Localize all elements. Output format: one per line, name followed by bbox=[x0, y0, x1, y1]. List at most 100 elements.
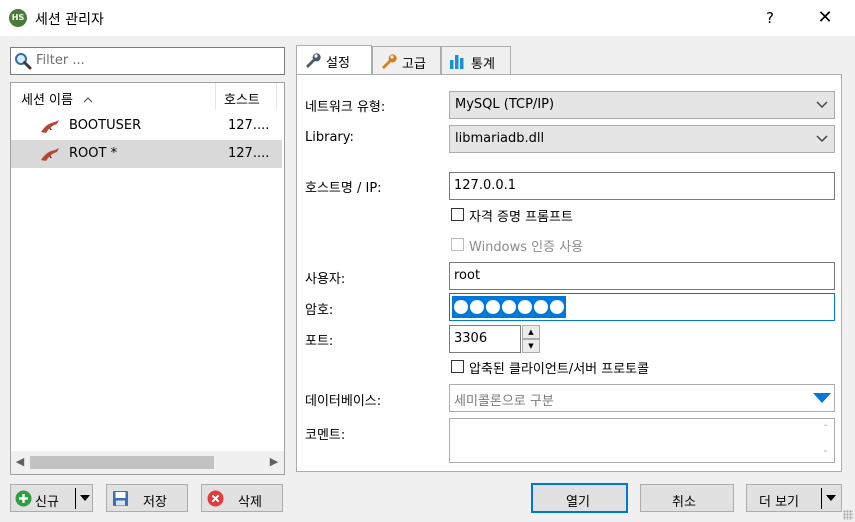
password-dot bbox=[486, 300, 500, 314]
delete-icon bbox=[207, 490, 224, 507]
app-logo-icon: HS bbox=[9, 9, 27, 27]
chevron-down-icon bbox=[816, 135, 828, 143]
tab-statistics[interactable]: 통계 bbox=[441, 46, 511, 74]
network-type-select[interactable]: MySQL (TCP/IP) bbox=[449, 91, 835, 119]
session-row-bootuser[interactable]: BOOTUSER 127.... bbox=[11, 112, 282, 140]
databases-placeholder: 세미콜론으로 구분 bbox=[454, 394, 554, 409]
dolphin-icon bbox=[41, 120, 59, 133]
windows-auth-checkbox[interactable] bbox=[451, 238, 464, 251]
column-header-host[interactable]: 호스트 bbox=[217, 83, 277, 110]
prompt-credentials-label: 자격 증명 프롬프트 bbox=[469, 210, 573, 225]
filter-input[interactable]: Filter ... bbox=[10, 47, 285, 75]
scroll-right-icon[interactable]: ▶ bbox=[267, 455, 281, 469]
save-button[interactable]: 저장 bbox=[106, 484, 188, 512]
tab-settings-label: 설정 bbox=[326, 56, 350, 71]
password-dot bbox=[518, 300, 532, 314]
close-button[interactable]: ✕ bbox=[805, 3, 845, 33]
wrench-icon bbox=[306, 53, 321, 68]
cancel-button-label: 취소 bbox=[672, 495, 696, 510]
delete-button-label: 삭제 bbox=[238, 495, 262, 510]
host-label: 호스트명 / IP: bbox=[305, 181, 382, 196]
save-button-label: 저장 bbox=[143, 495, 167, 510]
new-session-button[interactable]: 신규 bbox=[10, 484, 93, 512]
tab-advanced[interactable]: 고급 bbox=[372, 46, 441, 74]
scroll-left-icon[interactable]: ◀ bbox=[13, 455, 27, 469]
network-type-label: 네트워크 유형: bbox=[305, 100, 386, 115]
compressed-protocol-label: 압축된 클라이언트/서버 프로토콜 bbox=[469, 362, 650, 377]
scroll-up-icon[interactable]: ⌃ bbox=[817, 419, 834, 440]
open-button-label: 열기 bbox=[566, 495, 590, 510]
password-input[interactable] bbox=[449, 293, 835, 321]
split-divider bbox=[75, 488, 76, 509]
password-dot bbox=[534, 300, 548, 314]
prompt-credentials-checkbox[interactable] bbox=[451, 208, 464, 221]
dolphin-icon bbox=[41, 148, 59, 161]
session-name: BOOTUSER bbox=[69, 118, 142, 133]
help-button[interactable]: ? bbox=[755, 3, 785, 33]
search-icon bbox=[15, 53, 32, 70]
more-button[interactable]: 더 보기 bbox=[746, 484, 842, 512]
title-bar: HS 세션 관리자 ? ✕ bbox=[0, 0, 855, 36]
stepper-up-icon[interactable]: ▲ bbox=[522, 325, 540, 339]
filter-placeholder: Filter ... bbox=[36, 53, 85, 68]
add-icon bbox=[15, 490, 32, 507]
session-name: ROOT * bbox=[69, 146, 118, 161]
chevron-down-icon bbox=[816, 101, 828, 109]
save-icon bbox=[113, 491, 128, 506]
port-label: 포트: bbox=[305, 334, 334, 349]
dropdown-triangle-icon[interactable] bbox=[813, 393, 831, 403]
resize-grip-icon[interactable] bbox=[843, 510, 853, 520]
library-select[interactable]: libmariadb.dll bbox=[449, 125, 835, 153]
session-host: 127.... bbox=[228, 118, 270, 133]
compressed-protocol-checkbox[interactable] bbox=[451, 360, 464, 373]
user-label: 사용자: bbox=[305, 272, 346, 287]
host-input[interactable]: 127.0.0.1 bbox=[449, 172, 835, 200]
split-divider bbox=[821, 488, 822, 509]
password-dot bbox=[550, 300, 564, 314]
comment-label: 코멘트: bbox=[305, 428, 346, 443]
session-list[interactable]: 세션 이름 호스트 BOOTUSER 127.... ROOT * 127...… bbox=[10, 82, 285, 475]
session-list-header: 세션 이름 호스트 bbox=[11, 83, 284, 110]
new-button-label: 신규 bbox=[35, 495, 59, 510]
session-host: 127.... bbox=[228, 146, 270, 161]
tab-advanced-label: 고급 bbox=[402, 57, 426, 72]
stepper-down-icon[interactable]: ▼ bbox=[522, 339, 540, 353]
horizontal-scrollbar[interactable]: ◀ ▶ bbox=[11, 451, 284, 474]
databases-select[interactable]: 세미콜론으로 구분 bbox=[449, 384, 835, 412]
column-host-label: 호스트 bbox=[224, 93, 260, 108]
password-dot bbox=[470, 300, 484, 314]
library-value: libmariadb.dll bbox=[455, 131, 545, 146]
host-value: 127.0.0.1 bbox=[454, 178, 517, 193]
column-name-label: 세션 이름 bbox=[21, 93, 73, 108]
windows-auth-label: Windows 인증 사용 bbox=[469, 240, 584, 255]
bar-chart-icon bbox=[450, 55, 464, 69]
sort-ascending-icon bbox=[83, 97, 93, 103]
cancel-button[interactable]: 취소 bbox=[640, 484, 734, 512]
scroll-down-icon[interactable]: ⌄ bbox=[817, 440, 834, 461]
tab-statistics-label: 통계 bbox=[471, 57, 495, 72]
user-value: root bbox=[454, 268, 481, 283]
network-type-value: MySQL (TCP/IP) bbox=[455, 97, 555, 112]
password-mask bbox=[452, 296, 566, 318]
more-button-label: 더 보기 bbox=[759, 495, 800, 510]
user-input[interactable]: root bbox=[449, 262, 835, 290]
window-title: 세션 관리자 bbox=[35, 12, 104, 28]
comment-textarea[interactable]: ⌃ ⌄ bbox=[449, 418, 835, 463]
column-header-session-name[interactable]: 세션 이름 bbox=[11, 83, 216, 110]
open-button[interactable]: 열기 bbox=[531, 483, 628, 513]
port-stepper[interactable]: ▲ ▼ bbox=[522, 325, 540, 353]
databases-label: 데이터베이스: bbox=[305, 394, 382, 409]
library-label: Library: bbox=[305, 130, 354, 145]
scrollbar-thumb[interactable] bbox=[30, 456, 214, 469]
session-row-root[interactable]: ROOT * 127.... bbox=[11, 140, 282, 168]
comment-scrollbar[interactable]: ⌃ ⌄ bbox=[817, 419, 834, 462]
delete-button[interactable]: 삭제 bbox=[201, 484, 283, 512]
tab-settings[interactable]: 설정 bbox=[296, 45, 372, 75]
password-dot bbox=[502, 300, 516, 314]
port-value: 3306 bbox=[454, 331, 488, 346]
dropdown-arrow-icon[interactable] bbox=[80, 495, 90, 501]
port-input[interactable]: 3306 bbox=[449, 325, 521, 353]
dropdown-arrow-icon[interactable] bbox=[826, 495, 836, 501]
wrench-orange-icon bbox=[382, 54, 397, 69]
password-dot bbox=[454, 300, 468, 314]
